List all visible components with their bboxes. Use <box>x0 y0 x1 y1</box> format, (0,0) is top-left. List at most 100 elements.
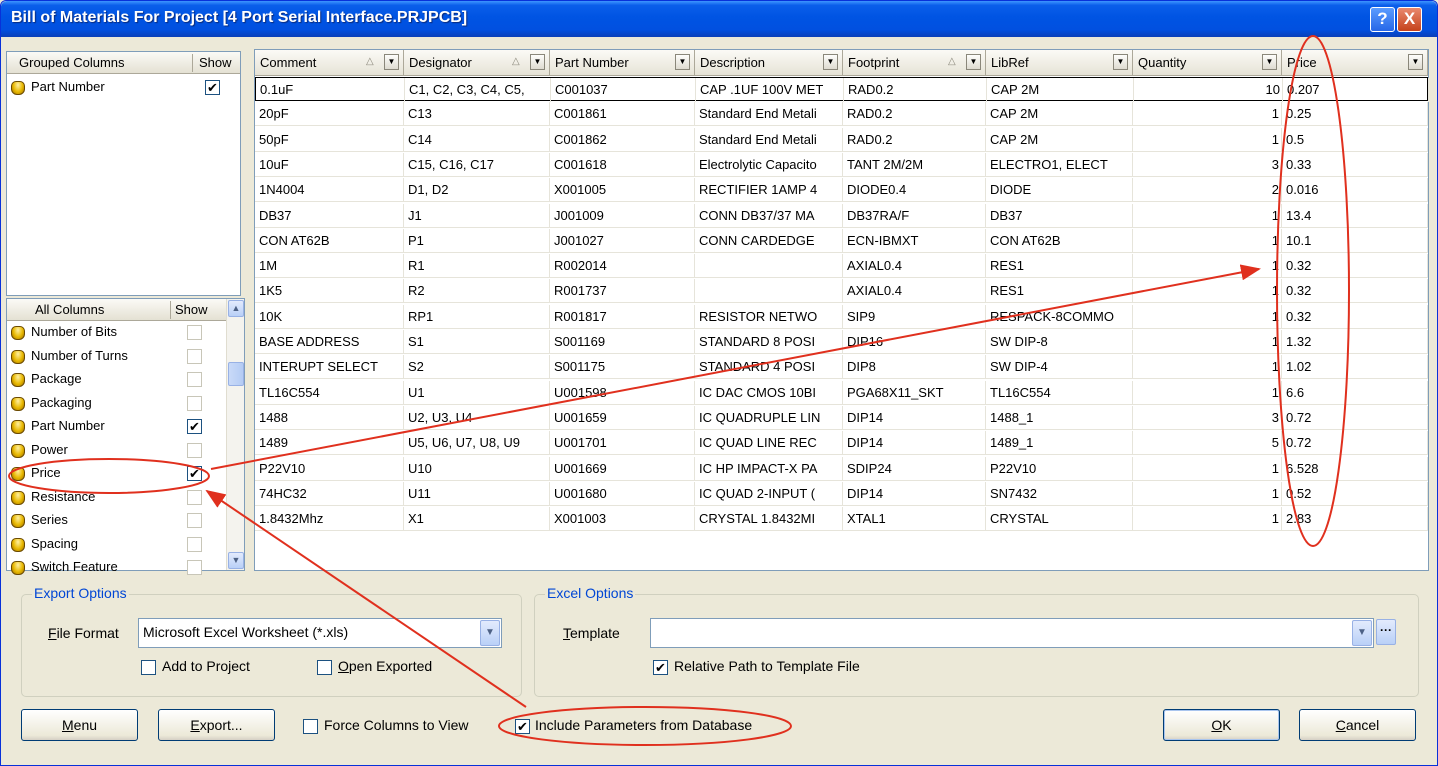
all-column-show-checkbox[interactable] <box>187 372 202 387</box>
table-cell[interactable]: 0.25 <box>1282 102 1428 127</box>
grouped-column-show-checkbox[interactable]: ✔ <box>205 80 220 95</box>
close-button[interactable]: X <box>1397 7 1422 32</box>
table-cell[interactable] <box>695 254 843 279</box>
table-cell[interactable]: RECTIFIER 1AMP 4 <box>695 178 843 203</box>
table-cell[interactable]: 1 <box>1133 127 1282 152</box>
dropdown-arrow-icon[interactable]: ▼ <box>675 54 690 70</box>
table-cell[interactable]: 1 <box>1133 456 1282 481</box>
table-cell[interactable]: CRYSTAL <box>986 507 1133 532</box>
dropdown-arrow-icon[interactable]: ▼ <box>1408 54 1423 70</box>
table-cell[interactable]: CONN DB37/37 MA <box>695 203 843 228</box>
table-cell[interactable]: XTAL1 <box>843 507 986 532</box>
table-cell[interactable]: S001175 <box>550 355 695 380</box>
table-cell[interactable]: X001003 <box>550 507 695 532</box>
add-to-project-checkbox[interactable] <box>141 660 156 675</box>
table-cell[interactable]: 10uF <box>255 152 404 177</box>
dropdown-arrow-icon[interactable]: ▼ <box>823 54 838 70</box>
grouped-columns-header[interactable]: Grouped Columns Show <box>7 52 240 74</box>
table-cell[interactable]: CAP 2M <box>986 102 1133 127</box>
table-cell[interactable]: CONN CARDEDGE <box>695 228 843 253</box>
table-cell[interactable]: DB37 <box>255 203 404 228</box>
table-row[interactable]: INTERUPT SELECT S2 S001175 STANDARD 4 POSI D… <box>255 355 1428 380</box>
all-column-item-label[interactable]: Number of Bits <box>31 324 117 339</box>
table-cell[interactable]: STANDARD 8 POSI <box>695 330 843 354</box>
table-cell[interactable]: CAP 2M <box>986 127 1133 152</box>
table-cell[interactable]: SN7432 <box>986 481 1133 506</box>
menu-button[interactable]: Menu <box>21 709 138 741</box>
all-columns-header[interactable]: All Columns Show <box>7 299 227 321</box>
table-cell[interactable]: 1K5 <box>255 279 404 304</box>
all-column-show-checkbox[interactable] <box>187 513 202 528</box>
table-cell[interactable]: J1 <box>404 203 550 228</box>
table-cell[interactable]: 1.02 <box>1282 355 1428 380</box>
table-cell[interactable]: IC DAC CMOS 10BI <box>695 380 843 405</box>
all-column-item-label[interactable]: Number of Turns <box>31 348 128 363</box>
table-cell[interactable] <box>695 279 843 304</box>
table-row[interactable]: 1M R1 R002014 AXIAL0.4 RES1 1 0.32 <box>255 254 1428 279</box>
dropdown-arrow-icon[interactable]: ▼ <box>1113 54 1128 70</box>
table-cell[interactable]: AXIAL0.4 <box>843 279 986 304</box>
grouped-column-item-label[interactable]: Part Number <box>31 79 105 94</box>
cancel-button[interactable]: Cancel <box>1299 709 1416 741</box>
table-cell[interactable]: Standard End Metali <box>695 102 843 127</box>
all-columns-scrollbar[interactable]: ▲ ▼ <box>226 299 244 570</box>
all-column-item-label[interactable]: Switch Feature <box>31 559 118 574</box>
all-column-item-label[interactable]: Power <box>31 442 68 457</box>
ok-button[interactable]: OK <box>1163 709 1280 741</box>
all-column-show-checkbox[interactable]: ✔ <box>187 419 202 434</box>
table-cell[interactable]: P22V10 <box>255 456 404 481</box>
scroll-thumb[interactable] <box>228 362 244 386</box>
table-cell[interactable]: DB37 <box>986 203 1133 228</box>
table-cell[interactable]: CON AT62B <box>255 228 404 253</box>
table-cell[interactable]: RAD0.2 <box>844 78 987 102</box>
help-button[interactable]: ? <box>1370 7 1395 32</box>
table-cell[interactable]: 1 <box>1133 228 1282 253</box>
table-cell[interactable]: IC HP IMPACT-X PA <box>695 456 843 481</box>
export-button[interactable]: Export... <box>158 709 275 741</box>
table-cell[interactable]: DIP14 <box>843 405 986 430</box>
table-cell[interactable]: 0.5 <box>1282 127 1428 152</box>
table-cell[interactable]: J001009 <box>550 203 695 228</box>
table-row[interactable]: 74HC32 U11 U001680 IC QUAD 2-INPUT (DIP14 SN… <box>255 481 1428 506</box>
table-cell[interactable]: RESPACK-8COMMO <box>986 304 1133 329</box>
column-header[interactable]: Part Number ▼ <box>550 50 695 76</box>
table-cell[interactable]: S2 <box>404 355 550 380</box>
table-row[interactable]: BASE ADDRESS S1 S001169 STANDARD 8 POSI DIP1… <box>255 330 1428 354</box>
table-cell[interactable]: 1 <box>1133 254 1282 279</box>
table-cell[interactable]: P22V10 <box>986 456 1133 481</box>
table-cell[interactable]: TL16C554 <box>986 380 1133 405</box>
table-cell[interactable]: C001862 <box>550 127 695 152</box>
table-cell[interactable]: 1489 <box>255 431 404 456</box>
table-cell[interactable]: RAD0.2 <box>843 102 986 127</box>
table-cell[interactable]: 0.016 <box>1282 178 1428 203</box>
table-cell[interactable]: CON AT62B <box>986 228 1133 253</box>
table-row[interactable]: 0.1uF C1, C2, C3, C4, C5, C001037 CAP .1UF … <box>255 77 1429 102</box>
title-bar[interactable]: Bill of Materials For Project [4 Port Se… <box>1 1 1437 37</box>
scroll-up-icon[interactable]: ▲ <box>228 300 244 317</box>
table-row[interactable]: DB37 J1 J001009 CONN DB37/37 MA DB37RA/F DB37… <box>255 203 1428 228</box>
table-cell[interactable]: 1 <box>1133 355 1282 380</box>
file-format-select[interactable]: Microsoft Excel Worksheet (*.xls) ▼ <box>138 618 502 648</box>
table-cell[interactable]: SW DIP-4 <box>986 355 1133 380</box>
table-cell[interactable]: Electrolytic Capacito <box>695 152 843 177</box>
table-cell[interactable]: U001598 <box>550 380 695 405</box>
template-select[interactable]: ▼ <box>650 618 1374 648</box>
table-cell[interactable]: C13 <box>404 102 550 127</box>
table-cell[interactable]: 10 <box>1134 78 1283 102</box>
table-row[interactable]: 10K RP1 R001817 RESISTOR NETWO SIP9 RESPACK-8… <box>255 304 1428 329</box>
table-cell[interactable]: 0.33 <box>1282 152 1428 177</box>
table-cell[interactable]: RES1 <box>986 279 1133 304</box>
table-row[interactable]: TL16C554 U1 U001598 IC DAC CMOS 10BI PGA68X1… <box>255 380 1428 405</box>
table-row[interactable]: 10uF C15, C16, C17 C001618 Electrolytic Cap… <box>255 152 1428 177</box>
column-header[interactable]: Footprint △ ▼ <box>843 50 986 76</box>
table-cell[interactable]: 6.6 <box>1282 380 1428 405</box>
table-cell[interactable]: U2, U3, U4 <box>404 405 550 430</box>
all-column-item-label[interactable]: Package <box>31 371 82 386</box>
table-cell[interactable]: U001701 <box>550 431 695 456</box>
column-header[interactable]: Description ▼ <box>695 50 843 76</box>
table-cell[interactable]: TL16C554 <box>255 380 404 405</box>
dropdown-arrow-icon[interactable]: ▼ <box>966 54 981 70</box>
all-column-item-label[interactable]: Packaging <box>31 395 92 410</box>
table-cell[interactable]: 6.528 <box>1282 456 1428 481</box>
table-cell[interactable]: C001618 <box>550 152 695 177</box>
